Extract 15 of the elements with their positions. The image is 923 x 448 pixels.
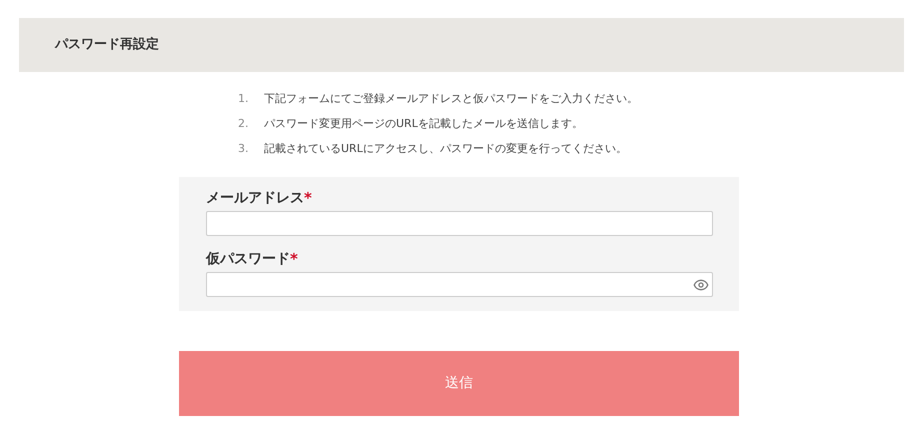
step-number: 3. — [238, 141, 250, 157]
email-field[interactable] — [206, 211, 713, 236]
submit-button[interactable]: 送信 — [179, 351, 739, 416]
required-mark: * — [304, 189, 312, 207]
step-number: 1. — [238, 91, 250, 107]
field-label: 仮パスワード — [206, 250, 290, 268]
step-text: 下記フォームにてご登録メールアドレスと仮パスワードをご入力ください。 — [264, 91, 638, 107]
step-text: パスワード変更用ページのURLを記載したメールを送信します。 — [264, 116, 583, 132]
password-field[interactable] — [206, 272, 713, 297]
step-number: 2. — [238, 116, 250, 132]
eye-icon[interactable] — [693, 276, 709, 292]
page-title: パスワード再設定 — [55, 36, 159, 54]
step-text: 記載されているURLにアクセスし、パスワードの変更を行ってください。 — [264, 141, 627, 157]
field-label: メールアドレス — [206, 189, 304, 207]
required-mark: * — [290, 250, 298, 268]
